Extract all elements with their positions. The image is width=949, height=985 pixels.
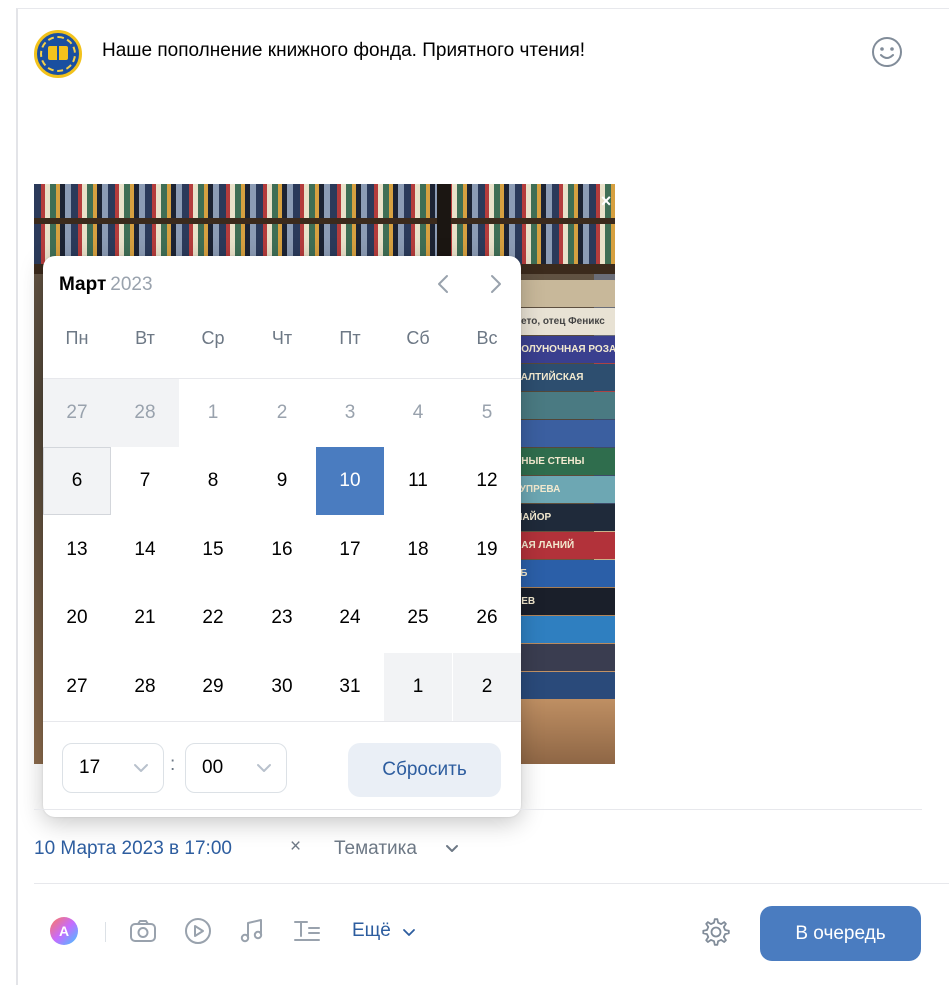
calendar-day[interactable]: 7 [111,447,179,515]
calendar-day[interactable]: 31 [316,653,384,721]
calendar-day[interactable]: 27 [43,379,111,447]
hour-select[interactable]: 17 [62,743,164,793]
minute-select[interactable]: 00 [185,743,287,793]
calendar-grid: 27 28 1 2 3 4 5 6 7 8 9 10 11 12 13 14 15 16 17 18 19 20 21 22 2… [43,379,521,721]
calendar-day[interactable]: 16 [248,516,316,584]
calendar-day[interactable]: 24 [316,584,384,652]
calendar-month: Март [59,274,107,295]
gear-icon[interactable] [700,916,732,948]
calendar-day[interactable]: 2 [453,652,521,721]
chevron-down-icon[interactable] [445,841,459,859]
chevron-right-icon[interactable] [479,268,511,300]
calendar-day[interactable]: 25 [384,584,452,652]
calendar-day[interactable]: 22 [179,584,247,652]
ai-gradient-icon[interactable]: A [49,916,79,946]
weekday-header: Пн Вт Ср Чт Пт Сб Вс [43,328,521,358]
divider [34,809,922,810]
calendar-day[interactable]: 6 [43,447,111,516]
calendar-day[interactable]: 17 [316,516,384,584]
calendar-day[interactable]: 3 [316,379,384,447]
library-logo-icon [34,30,82,78]
calendar-day[interactable]: 13 [43,516,111,584]
hour-value: 17 [79,757,101,778]
calendar-title: Март 2023 [59,274,153,296]
topic-dropdown[interactable]: Тематика [334,838,417,860]
chevron-down-icon [257,764,271,772]
calendar-day[interactable]: 10 [316,447,384,516]
minute-value: 00 [202,757,224,778]
calendar-day[interactable]: 1 [179,379,247,447]
weekday-label: Ср [201,328,225,348]
post-text-input[interactable]: Наше пополнение книжного фонда. Приятног… [102,40,585,62]
more-button[interactable]: Ещё [352,920,391,942]
calendar-day[interactable]: 5 [453,379,521,447]
calendar-day[interactable]: 18 [384,516,452,584]
divider [34,883,949,884]
weekday-label: Пт [339,328,361,348]
schedule-date-link[interactable]: 10 Марта 2023 в 17:00 [34,838,232,860]
calendar-day[interactable]: 19 [453,516,521,584]
calendar-day[interactable]: 27 [43,653,111,721]
weekday-label: Вт [135,328,155,348]
chevron-left-icon[interactable] [428,268,460,300]
calendar-day[interactable]: 30 [248,653,316,721]
music-icon[interactable] [237,916,267,946]
calendar-day[interactable]: 1 [384,652,452,721]
video-icon[interactable] [183,916,213,946]
chevron-down-icon [134,764,148,772]
toolbar-divider [105,922,106,942]
text-format-icon[interactable] [292,916,322,946]
clear-schedule-button[interactable]: × [290,836,301,858]
calendar-day[interactable]: 14 [111,516,179,584]
reset-button[interactable]: Сбросить [348,743,501,797]
divider [43,721,521,722]
weekday-label: Вс [476,328,498,348]
weekday-label: Пн [65,328,89,348]
calendar-day[interactable]: 9 [248,447,316,515]
calendar-day[interactable]: 8 [179,447,247,515]
remove-photo-button[interactable]: × [596,191,616,211]
calendar-day[interactable]: 23 [248,584,316,652]
calendar-day[interactable]: 11 [384,447,452,515]
calendar-day[interactable]: 26 [453,584,521,652]
calendar-day[interactable]: 21 [111,584,179,652]
queue-button[interactable]: В очередь [760,906,921,961]
calendar-day[interactable]: 15 [179,516,247,584]
svg-text:A: A [59,923,69,939]
calendar-day[interactable]: 28 [111,653,179,721]
calendar-day[interactable]: 29 [179,653,247,721]
calendar-day[interactable]: 2 [248,379,316,447]
date-picker-popup: Март 2023 Пн Вт Ср Чт Пт Сб Вс 27 28 1 2 3 4 5 6… [43,256,521,817]
calendar-day[interactable]: 20 [43,584,111,652]
weekday-label: Чт [271,328,293,348]
calendar-day[interactable]: 4 [384,379,452,447]
chevron-down-icon[interactable] [402,925,416,943]
time-separator: : [170,754,176,775]
weekday-label: Сб [406,328,430,348]
camera-icon[interactable] [128,916,158,946]
smile-icon[interactable] [870,35,904,69]
calendar-day[interactable]: 12 [453,447,521,515]
calendar-day[interactable]: 28 [111,379,179,447]
calendar-year: 2023 [110,274,153,295]
